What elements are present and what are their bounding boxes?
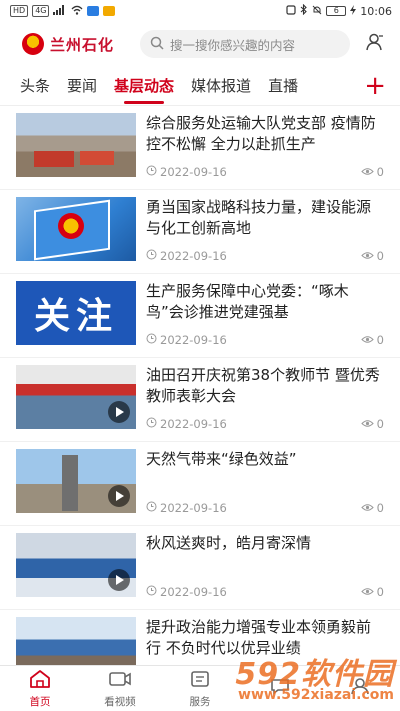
article-title: 秋风送爽时，皓月寄深情 [146, 534, 312, 552]
tab-headline[interactable]: 头条 [20, 66, 50, 106]
message-icon [269, 676, 291, 699]
signal-icon [53, 4, 67, 18]
nav-service-label: 服务 [189, 695, 211, 708]
tab-news[interactable]: 要闻 [67, 66, 97, 106]
nfc-icon [286, 4, 296, 18]
play-icon[interactable] [108, 485, 130, 507]
eye-icon [360, 165, 374, 179]
thumbnail-text: 关注 [33, 296, 118, 337]
clock-icon [146, 585, 157, 599]
status-bar-left: HD 4G [10, 4, 116, 18]
article-title: 提升政治能力增强专业本领勇毅前行 不负时代以优异业绩 [146, 618, 372, 657]
view-count: 0 [376, 249, 384, 263]
eye-icon [360, 501, 374, 515]
app-notification-icon-2 [103, 6, 116, 16]
add-channel-button[interactable]: + [364, 72, 386, 100]
network-badge: 4G [32, 5, 50, 17]
tab-media[interactable]: 媒体报道 [191, 66, 251, 106]
tab-live[interactable]: 直播 [268, 66, 298, 106]
play-icon[interactable] [108, 569, 130, 591]
view-count: 0 [376, 585, 384, 599]
user-icon [365, 32, 385, 56]
list-item[interactable]: 关注 生产服务保障中心党委：“啄木鸟”会诊推进党建强基 2022-09-16 0 [0, 274, 400, 358]
list-item[interactable]: 勇当国家战略科技力量，建设能源与化工创新高地 2022-09-16 0 [0, 190, 400, 274]
clock-icon [146, 417, 157, 431]
article-thumbnail: 关注 [16, 281, 136, 345]
article-thumbnail [16, 617, 136, 665]
list-item[interactable]: 天然气带来“绿色效益” 2022-09-16 0 [0, 442, 400, 526]
search-icon [150, 35, 164, 54]
bluetooth-icon [300, 3, 308, 18]
article-title: 油田召开庆祝第38个教师节 暨优秀教师表彰大会 [146, 366, 380, 405]
clock-icon [146, 165, 157, 179]
article-title: 生产服务保障中心党委：“啄木鸟”会诊推进党建强基 [146, 282, 349, 321]
nav-home[interactable]: 首页 [0, 666, 80, 711]
app-notification-icon [87, 6, 100, 16]
eye-icon [360, 585, 374, 599]
article-title: 综合服务处运输大队党支部 疫情防控不松懈 全力以赴抓生产 [146, 114, 376, 153]
view-count: 0 [376, 333, 384, 347]
article-date: 2022-09-16 [160, 501, 227, 515]
play-icon[interactable] [108, 401, 130, 423]
article-date: 2022-09-16 [160, 417, 227, 431]
article-date: 2022-09-16 [160, 333, 227, 347]
app-name: 兰州石化 [50, 35, 115, 54]
nav-profile[interactable] [320, 666, 400, 711]
channel-tabs: 头条 要闻 基层动态 媒体报道 直播 + [0, 66, 400, 106]
lightning-icon [350, 4, 357, 18]
nav-video[interactable]: 看视频 [80, 666, 160, 711]
nav-video-label: 看视频 [104, 695, 136, 708]
list-item[interactable]: 提升政治能力增强专业本领勇毅前行 不负时代以优异业绩 [0, 610, 400, 665]
article-date: 2022-09-16 [160, 165, 227, 179]
view-count: 0 [376, 417, 384, 431]
wifi-icon [71, 5, 83, 18]
list-item[interactable]: 秋风送爽时，皓月寄深情 2022-09-16 0 [0, 526, 400, 610]
article-title: 天然气带来“绿色效益” [146, 450, 297, 468]
petrochina-logo-icon [22, 33, 44, 55]
clock-icon [146, 501, 157, 515]
view-count: 0 [376, 501, 384, 515]
article-date: 2022-09-16 [160, 249, 227, 263]
video-icon [108, 669, 132, 692]
app-header: 兰州石化 搜一搜你感兴趣的内容 [0, 22, 400, 66]
status-bar: HD 4G 6 10:06 [0, 0, 400, 22]
nav-service[interactable]: 服务 [160, 666, 240, 711]
eye-icon [360, 333, 374, 347]
view-count: 0 [376, 165, 384, 179]
article-date: 2022-09-16 [160, 585, 227, 599]
app-logo[interactable]: 兰州石化 [22, 33, 140, 55]
nav-message[interactable] [240, 666, 320, 711]
bottom-nav: 首页 看视频 服务 [0, 665, 400, 711]
status-bar-right: 6 10:06 [286, 3, 392, 18]
search-bar[interactable]: 搜一搜你感兴趣的内容 [140, 30, 350, 58]
service-icon [189, 669, 211, 692]
tab-grassroots[interactable]: 基层动态 [114, 66, 174, 106]
battery-indicator: 6 [326, 6, 347, 16]
clock-time: 10:06 [360, 4, 392, 18]
article-thumbnail [16, 113, 136, 177]
mute-icon [312, 5, 322, 18]
article-list[interactable]: 综合服务处运输大队党支部 疫情防控不松懈 全力以赴抓生产 2022-09-16 … [0, 106, 400, 665]
home-icon [29, 669, 51, 692]
eye-icon [360, 249, 374, 263]
clock-icon [146, 333, 157, 347]
user-button[interactable] [364, 33, 386, 55]
article-thumbnail [16, 449, 136, 513]
article-title: 勇当国家战略科技力量，建设能源与化工创新高地 [146, 198, 372, 237]
article-thumbnail [16, 197, 136, 261]
article-thumbnail [16, 533, 136, 597]
list-item[interactable]: 综合服务处运输大队党支部 疫情防控不松懈 全力以赴抓生产 2022-09-16 … [0, 106, 400, 190]
search-placeholder: 搜一搜你感兴趣的内容 [170, 37, 296, 53]
article-thumbnail [16, 365, 136, 429]
profile-icon [349, 676, 371, 699]
clock-icon [146, 249, 157, 263]
list-item[interactable]: 油田召开庆祝第38个教师节 暨优秀教师表彰大会 2022-09-16 0 [0, 358, 400, 442]
nav-home-label: 首页 [29, 695, 51, 708]
eye-icon [360, 417, 374, 431]
hd-badge: HD [10, 5, 29, 17]
